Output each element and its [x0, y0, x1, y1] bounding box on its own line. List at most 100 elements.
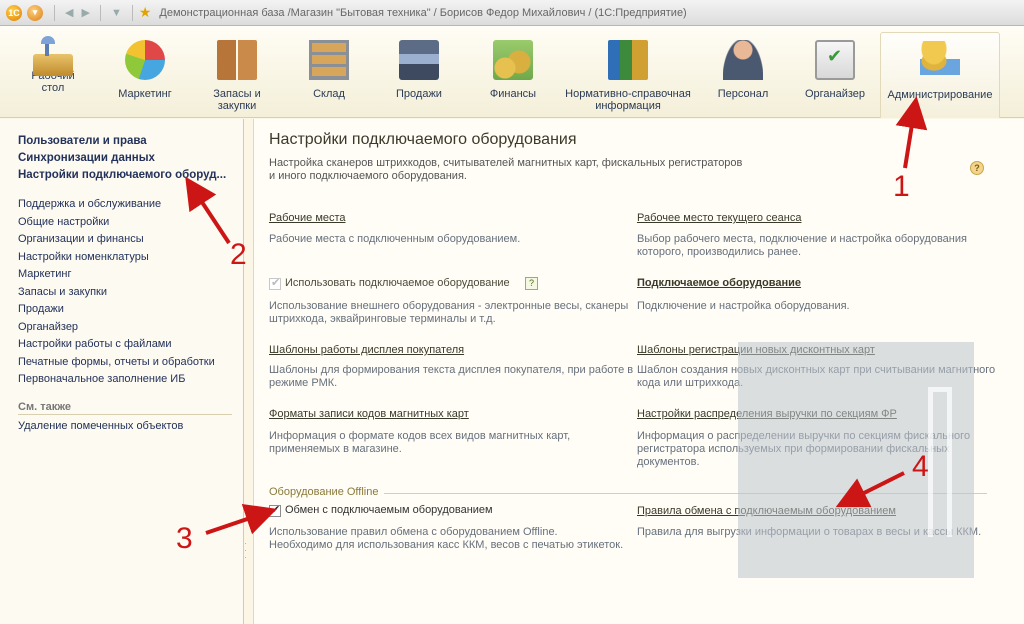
section-desktop[interactable]: Рабочий стол	[18, 32, 88, 94]
description-line: которого, производились ранее.	[637, 246, 802, 258]
section-label: Финансы	[489, 88, 537, 100]
section-marketing[interactable]: Маркетинг	[108, 32, 182, 100]
annotation-number-4: 4	[912, 450, 929, 483]
connected-equipment-description: Подключение и настройка оборудования.	[637, 300, 850, 312]
books-icon	[608, 40, 648, 80]
description-line: Использование правил обмена с оборудован…	[269, 526, 558, 538]
customer-display-description: Шаблоны для формирования текста дисплея …	[269, 364, 633, 390]
desk-icon	[33, 36, 73, 76]
nav-item[interactable]: Маркетинг	[18, 266, 243, 284]
separator	[54, 4, 55, 21]
back-arrow-icon[interactable]: ◀	[65, 6, 73, 19]
description-line: применяемых в магазине.	[269, 443, 402, 455]
pie-chart-icon	[125, 40, 165, 80]
nav-item[interactable]: Печатные формы, отчеты и обработки	[18, 354, 243, 372]
current-session-workplace-link[interactable]: Рабочее место текущего сеанса	[637, 212, 801, 224]
nav-item[interactable]: Общие настройки	[18, 214, 243, 232]
section-stock-purchases[interactable]: Запасы и закупки	[200, 32, 274, 112]
section-label: Маркетинг	[118, 88, 172, 100]
nav-item[interactable]: Запасы и закупки	[18, 284, 243, 302]
nav-group: Поддержка и обслуживание Общие настройки…	[18, 196, 243, 389]
section-label: Продажи	[396, 88, 442, 100]
description-line: Шаблоны для формирования текста дисплея …	[269, 364, 634, 376]
panel-splitter-handle[interactable]: · · ·	[244, 539, 247, 562]
nav-item[interactable]: Продажи	[18, 301, 243, 319]
cash-register-icon	[399, 40, 439, 80]
annotation-number-3: 3	[176, 522, 193, 555]
description-line: Использование внешнего оборудования - эл…	[269, 300, 629, 312]
magnetic-card-formats-link[interactable]: Форматы записи кодов магнитных карт	[269, 408, 469, 420]
section-personnel[interactable]: Персонал	[706, 32, 780, 100]
main-menu-icon[interactable]: ▾	[27, 4, 43, 21]
section-label: Запасы и закупки	[213, 88, 261, 112]
separator	[99, 4, 101, 21]
description-line: Выбор рабочего места, подключение и наст…	[637, 233, 967, 245]
customer-display-templates-link[interactable]: Шаблоны работы дисплея покупателя	[269, 344, 464, 356]
navigation-panel: Пользователи и права Синхронизации данны…	[0, 119, 244, 624]
nav-item[interactable]: Организации и финансы	[18, 231, 243, 249]
person-icon	[723, 40, 763, 80]
section-label: Органайзер	[804, 88, 866, 100]
window-title: Демонстрационная база /Магазин "Бытовая …	[159, 6, 687, 19]
exchange-equipment-checkbox[interactable]: ✔	[269, 504, 281, 517]
watermark-arrow-shape	[928, 387, 952, 537]
boxes-icon	[217, 40, 257, 80]
offline-section-title: Оборудование Offline	[269, 486, 385, 498]
description-line: штрихкода, эквайринговые терминалы и т.д…	[269, 313, 496, 325]
nav-item-equipment-settings[interactable]: Настройки подключаемого оборуд...	[18, 167, 232, 184]
nav-item-sync[interactable]: Синхронизации данных	[18, 150, 232, 167]
use-equipment-label: Использовать подключаемое оборудование	[285, 277, 510, 289]
nav-item[interactable]: Поддержка и обслуживание	[18, 196, 243, 214]
page-description: Настройка сканеров штрихкодов, считывате…	[269, 157, 769, 183]
section-warehouse[interactable]: Склад	[292, 32, 366, 100]
section-label: Персонал	[717, 88, 769, 100]
section-label: Склад	[313, 88, 345, 100]
section-finance[interactable]: Финансы	[476, 32, 550, 100]
connected-equipment-link[interactable]: Подключаемое оборудование	[637, 277, 801, 289]
use-equipment-description: Использование внешнего оборудования - эл…	[269, 300, 628, 326]
see-also-title: См. также	[18, 401, 232, 415]
clipboard-icon	[815, 40, 855, 80]
nav-item-users-rights[interactable]: Пользователи и права	[18, 133, 232, 150]
favorites-star-icon[interactable]: ★	[139, 4, 152, 21]
nav-item[interactable]: Органайзер	[18, 319, 243, 337]
description-line: и иного подключаемого оборудования.	[269, 170, 467, 182]
checkmark-icon: ✔	[271, 504, 281, 516]
section-label: Администрирование	[887, 89, 993, 101]
section-organizer[interactable]: Органайзер	[798, 32, 872, 100]
admin-icon	[920, 41, 960, 81]
exchange-equipment-label: Обмен с подключаемым оборудованием	[285, 504, 493, 516]
forward-arrow-icon[interactable]: ▶	[81, 6, 89, 19]
section-administration[interactable]: Администрирование	[880, 32, 1000, 118]
title-bar: 1С ▾ ◀ ▶ ▼ ★ Демонстрационная база /Мага…	[0, 0, 1024, 26]
nav-item[interactable]: Настройки работы с файлами	[18, 336, 243, 354]
workplaces-link[interactable]: Рабочие места	[269, 212, 346, 224]
use-equipment-help-button[interactable]: ?	[525, 277, 538, 290]
nav-item-delete-marked[interactable]: Удаление помеченных объектов	[18, 418, 243, 436]
use-equipment-checkbox[interactable]: ✔	[269, 277, 281, 290]
nav-item[interactable]: Настройки номенклатуры	[18, 249, 243, 267]
warehouse-shelf-icon	[309, 40, 349, 80]
history-dropdown-icon[interactable]: ▼	[111, 7, 122, 19]
page-title: Настройки подключаемого оборудования	[269, 131, 577, 148]
coins-icon	[493, 40, 533, 80]
section-label: Нормативно-справочная информация	[565, 88, 691, 112]
checkmark-icon: ✔	[271, 277, 281, 289]
description-line: режиме РМК.	[269, 377, 338, 389]
section-reference-info[interactable]: Нормативно-справочная информация	[562, 32, 694, 112]
app-logo-icon[interactable]: 1С	[6, 4, 22, 21]
magnetic-card-description: Информация о формате кодов всех видов ма…	[269, 430, 570, 456]
description-line: Информация о формате кодов всех видов ма…	[269, 430, 571, 442]
session-description: Выбор рабочего места, подключение и наст…	[637, 233, 967, 259]
watermark-logo	[738, 342, 974, 578]
annotation-number-2: 2	[230, 238, 247, 271]
workplaces-description: Рабочие места с подключенным оборудовани…	[269, 233, 521, 245]
sections-panel: Рабочий стол Маркетинг Запасы и закупки …	[0, 26, 1024, 118]
help-icon[interactable]: ?	[970, 161, 984, 175]
description-line: Необходимо для использования касс ККМ, в…	[269, 539, 624, 551]
nav-item[interactable]: Первоначальное заполнение ИБ	[18, 371, 243, 389]
exchange-equipment-description: Использование правил обмена с оборудован…	[269, 526, 623, 552]
section-sales[interactable]: Продажи	[382, 32, 456, 100]
annotation-number-1: 1	[893, 170, 910, 203]
separator	[131, 4, 133, 21]
